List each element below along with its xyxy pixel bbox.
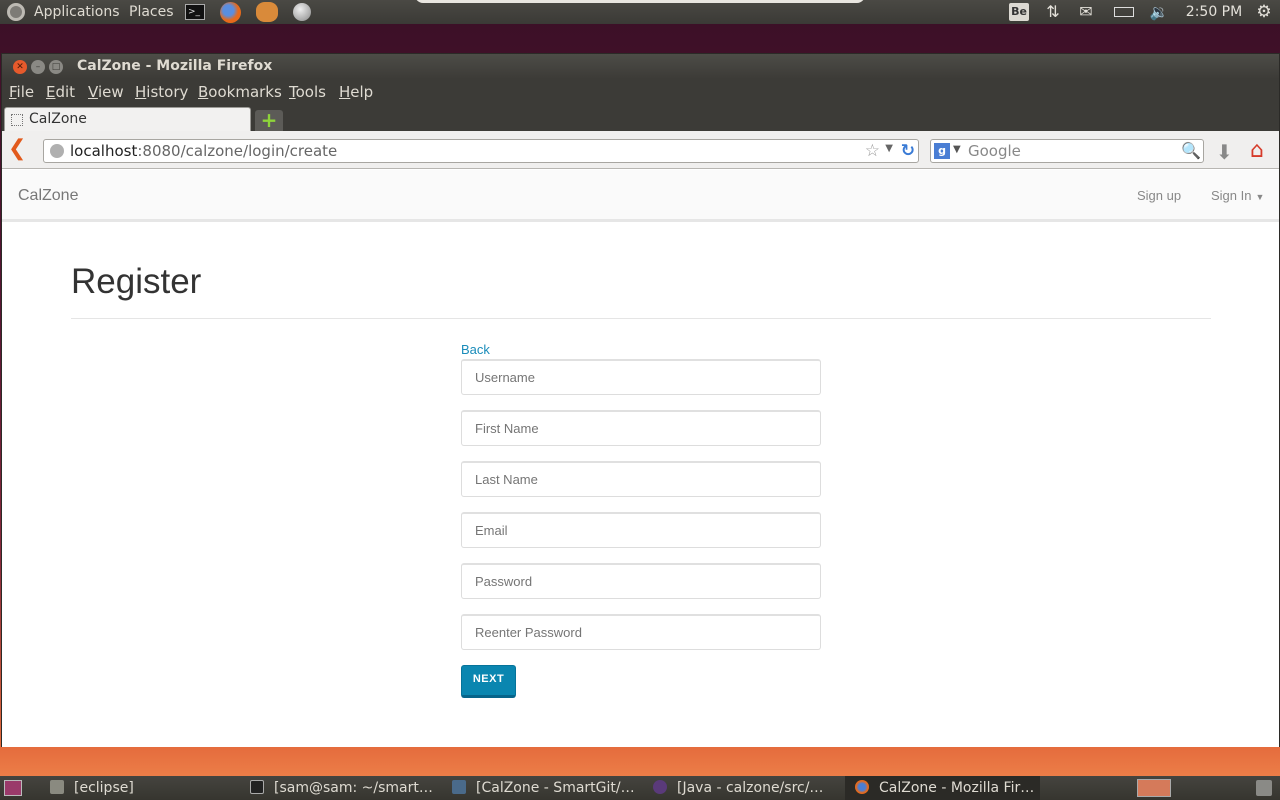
last-name-field[interactable] [461, 461, 821, 497]
terminal-icon [250, 780, 264, 794]
close-window-icon[interactable]: ✕ [13, 60, 27, 74]
password-field[interactable] [461, 563, 821, 599]
email-field[interactable] [461, 512, 821, 548]
tab-calzone[interactable]: CalZone [4, 107, 251, 132]
workspace-switcher[interactable] [1137, 779, 1171, 797]
smartgit-icon [452, 780, 466, 794]
taskbar-item-terminal[interactable]: [sam@sam: ~/smart… [250, 776, 440, 800]
maximize-window-icon[interactable]: □ [49, 60, 63, 74]
places-menu[interactable]: Places [129, 0, 174, 24]
keyboard-layout-indicator[interactable]: Be [1009, 3, 1029, 21]
tab-strip: CalZone + [2, 106, 1279, 132]
taskbar-item-eclipse[interactable]: [eclipse] [50, 776, 240, 800]
tab-label: CalZone [29, 111, 87, 127]
menu-view[interactable]: View [88, 83, 124, 101]
task-label: [eclipse] [74, 780, 134, 796]
url-text[interactable]: localhost:8080/calzone/login/create [70, 142, 337, 160]
minimize-window-icon[interactable]: – [31, 60, 45, 74]
eclipse-window-icon [50, 780, 64, 794]
eclipse-icon [653, 780, 667, 794]
menu-history[interactable]: History [135, 83, 188, 101]
signin-dropdown[interactable]: Sign In ▼ [1211, 188, 1264, 203]
url-dropdown-icon[interactable]: ▼ [885, 143, 893, 154]
caret-down-icon: ▼ [1255, 192, 1265, 202]
download-arrow-icon[interactable]: ⬇ [1216, 140, 1233, 164]
url-bar[interactable]: localhost:8080/calzone/login/create ☆ ▼ … [43, 139, 919, 163]
window-titlebar: ✕ – □ CalZone - Mozilla Firefox [2, 54, 1279, 79]
window-title: CalZone - Mozilla Firefox [77, 58, 273, 74]
navigation-toolbar: ❮ localhost:8080/calzone/login/create ☆ … [2, 131, 1279, 169]
taskbar-item-smartgit[interactable]: [CalZone - SmartGit/… [452, 776, 642, 800]
menu-bookmarks[interactable]: Bookmarks [198, 83, 282, 101]
task-label: CalZone - Mozilla Fir… [879, 780, 1035, 796]
ubuntu-logo-icon[interactable] [7, 3, 25, 21]
title-divider [71, 318, 1211, 319]
applications-menu[interactable]: Applications [34, 0, 120, 24]
panel-search-field[interactable] [415, 0, 865, 3]
app-launcher-icon[interactable] [293, 3, 311, 21]
username-field[interactable] [461, 359, 821, 395]
back-link[interactable]: Back [461, 342, 490, 357]
site-identity-icon[interactable] [50, 144, 64, 158]
home-icon[interactable]: ⌂ [1250, 138, 1264, 163]
first-name-field[interactable] [461, 410, 821, 446]
trash-icon[interactable] [1256, 780, 1272, 796]
url-host: localhost [70, 142, 138, 160]
page-title: Register [71, 262, 202, 301]
search-icon[interactable]: 🔍 [1181, 141, 1201, 160]
menu-bar: File Edit View History Bookmarks Tools H… [2, 79, 1279, 106]
network-updown-icon[interactable]: ⇅ [1043, 3, 1063, 21]
site-brand[interactable]: CalZone [18, 187, 78, 205]
reenter-password-field[interactable] [461, 614, 821, 650]
bottom-taskbar: [eclipse] [sam@sam: ~/smart… [CalZone - … [0, 776, 1280, 800]
url-path: :8080/calzone/login/create [137, 142, 338, 160]
taskbar-item-java[interactable]: [Java - calzone/src/… [653, 776, 843, 800]
firefox-window: ✕ – □ CalZone - Mozilla Firefox File Edi… [1, 53, 1280, 747]
search-placeholder: Google [968, 142, 1021, 160]
engine-dropdown-icon[interactable]: ▼ [953, 144, 961, 155]
task-label: [Java - calzone/src/… [677, 780, 824, 796]
top-panel: Applications Places >_ Be ⇅ ✉ 🔉 2:50 PM … [0, 0, 1280, 24]
signup-link[interactable]: Sign up [1137, 188, 1181, 203]
menu-tools[interactable]: Tools [289, 83, 326, 101]
firefox-icon [855, 780, 869, 794]
taskbar-item-firefox[interactable]: CalZone - Mozilla Fir… [845, 776, 1040, 800]
task-label: [sam@sam: ~/smart… [274, 780, 433, 796]
page-favicon-icon [11, 114, 23, 126]
terminal-launcher-icon[interactable]: >_ [185, 4, 205, 20]
search-bar[interactable]: g ▼ Google 🔍 [930, 139, 1204, 163]
task-label: [CalZone - SmartGit/… [476, 780, 635, 796]
mail-icon[interactable]: ✉ [1075, 3, 1097, 21]
menu-file[interactable]: File [9, 83, 34, 101]
firefox-launcher-icon[interactable] [220, 2, 241, 23]
reload-icon[interactable]: ↻ [901, 141, 915, 161]
site-navbar: CalZone Sign up Sign In ▼ [2, 170, 1279, 222]
google-engine-icon[interactable]: g [934, 143, 950, 159]
volume-icon[interactable]: 🔉 [1148, 3, 1170, 21]
battery-icon[interactable] [1112, 3, 1136, 21]
bookmark-star-icon[interactable]: ☆ [865, 141, 880, 161]
gear-icon[interactable]: ⚙ [1254, 3, 1274, 21]
new-tab-button[interactable]: + [255, 110, 283, 131]
menu-edit[interactable]: Edit [46, 83, 75, 101]
back-arrow-icon[interactable]: ❮ [8, 138, 32, 162]
gimp-launcher-icon[interactable] [256, 2, 278, 22]
next-button[interactable]: NEXT [461, 665, 516, 698]
menu-help[interactable]: Help [339, 83, 373, 101]
page-content: CalZone Sign up Sign In▼ Register Back N… [2, 170, 1279, 747]
signin-label: Sign In [1211, 188, 1252, 203]
show-desktop-icon[interactable] [4, 780, 22, 796]
clock[interactable]: 2:50 PM [1184, 3, 1244, 21]
